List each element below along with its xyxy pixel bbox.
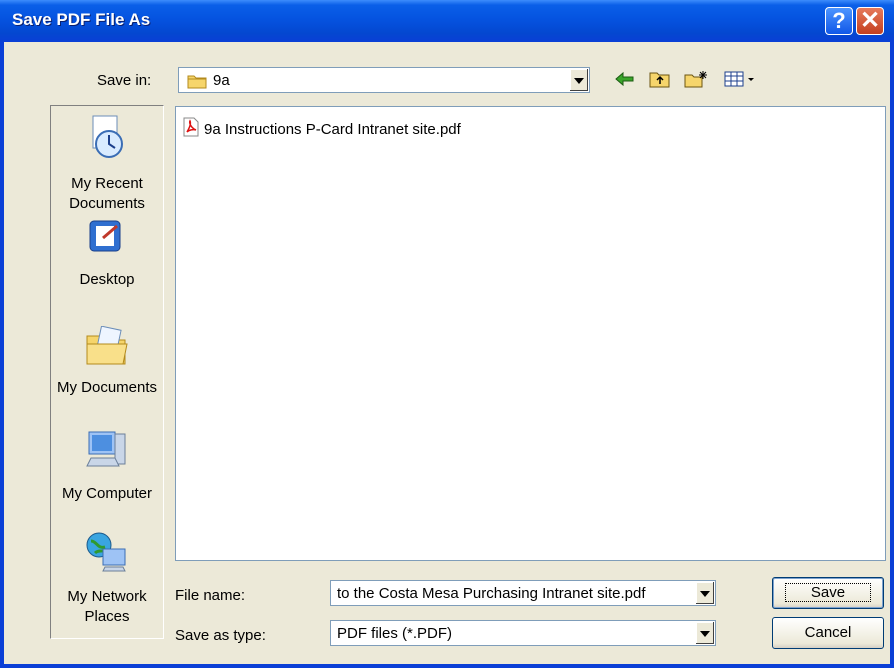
- title-bar[interactable]: Save PDF File As ? ✕: [0, 0, 894, 42]
- file-name-label: File name:: [175, 587, 246, 604]
- save-dialog: Save PDF File As ? ✕ Save in: 9a My Rece…: [0, 0, 894, 668]
- list-item[interactable]: 9a Instructions P-Card Intranet site.pdf: [182, 117, 461, 141]
- save-button[interactable]: Save: [772, 577, 884, 609]
- my-documents-icon: [51, 325, 163, 372]
- view-menu-icon[interactable]: [724, 70, 758, 92]
- save-as-type-dropdown-arrow[interactable]: [695, 622, 714, 644]
- place-my-documents[interactable]: My Documents: [51, 325, 163, 398]
- file-list[interactable]: 9a Instructions P-Card Intranet site.pdf: [175, 106, 886, 561]
- close-button[interactable]: ✕: [856, 7, 884, 35]
- file-name-dropdown-arrow[interactable]: [695, 582, 714, 604]
- file-name-field[interactable]: to the Costa Mesa Purchasing Intranet si…: [330, 580, 716, 606]
- place-my-network-places[interactable]: My Network Places: [51, 531, 163, 627]
- save-in-dropdown-arrow[interactable]: [569, 69, 588, 91]
- file-name-value: to the Costa Mesa Purchasing Intranet si…: [337, 585, 646, 602]
- save-as-type-label: Save as type:: [175, 627, 266, 644]
- recent-documents-icon: [51, 114, 163, 168]
- file-name: 9a Instructions P-Card Intranet site.pdf: [204, 120, 461, 138]
- save-as-type-dropdown[interactable]: PDF files (*.PDF): [330, 620, 716, 646]
- up-folder-icon[interactable]: [649, 70, 671, 92]
- my-computer-icon: [51, 428, 163, 478]
- window-title: Save PDF File As: [12, 10, 151, 29]
- save-as-type-value: PDF files (*.PDF): [337, 625, 453, 642]
- save-in-label: Save in:: [97, 72, 152, 89]
- folder-icon: [187, 73, 207, 93]
- save-in-value: 9a: [213, 72, 230, 89]
- new-folder-icon[interactable]: [684, 70, 708, 92]
- help-button[interactable]: ?: [825, 7, 853, 35]
- pdf-file-icon: [182, 117, 200, 141]
- network-places-icon: [51, 531, 163, 581]
- place-desktop[interactable]: Desktop: [51, 218, 163, 290]
- place-my-recent-documents[interactable]: My Recent Documents: [51, 114, 163, 214]
- desktop-icon: [51, 218, 163, 264]
- save-in-dropdown[interactable]: 9a: [178, 67, 590, 93]
- place-my-computer[interactable]: My Computer: [51, 428, 163, 504]
- cancel-button[interactable]: Cancel: [772, 617, 884, 649]
- places-bar: My Recent Documents Desktop My Documents…: [50, 105, 164, 639]
- back-icon[interactable]: [614, 70, 636, 92]
